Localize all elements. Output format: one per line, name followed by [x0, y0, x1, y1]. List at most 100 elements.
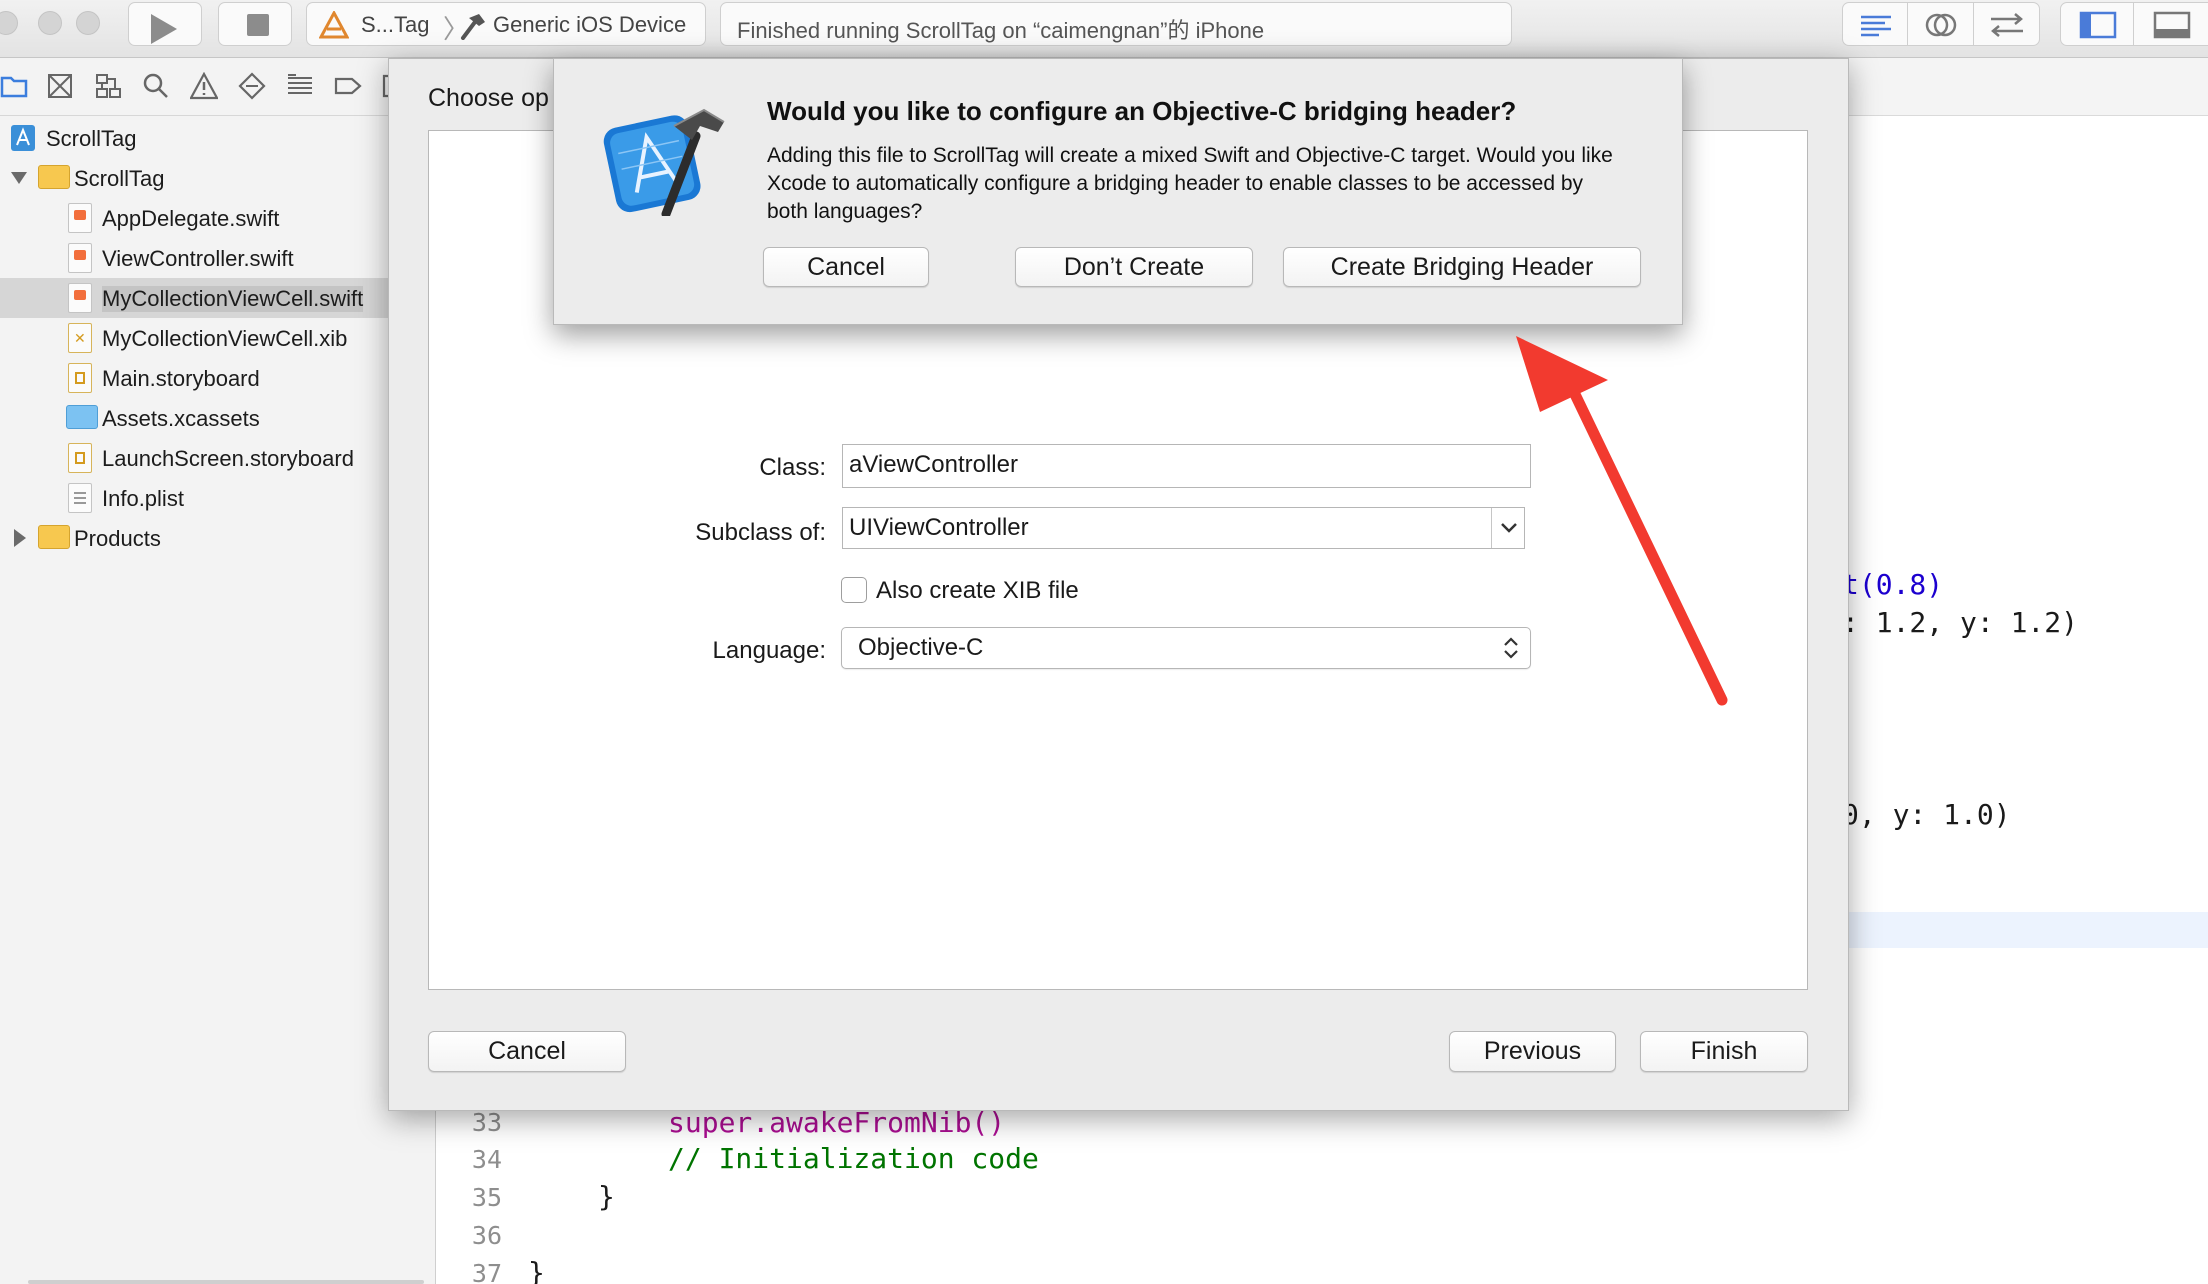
- swift-file-icon: [68, 243, 92, 273]
- run-button[interactable]: [128, 2, 202, 46]
- tree-item-products[interactable]: Products: [0, 518, 436, 558]
- tree-item-label: MyCollectionViewCell.xib: [102, 326, 348, 351]
- tree-item-label: Main.storyboard: [102, 366, 260, 391]
- create-bridging-header-button[interactable]: Create Bridging Header: [1283, 247, 1641, 287]
- source-control-icon[interactable]: [46, 72, 74, 100]
- swift-file-icon: [68, 283, 92, 313]
- line-number: 34: [471, 1145, 502, 1174]
- code-line: }: [528, 1256, 545, 1284]
- navigator-toggle-icon[interactable]: [2079, 11, 2117, 39]
- previous-button[interactable]: Previous: [1449, 1031, 1616, 1072]
- project-file-icon: [11, 125, 35, 151]
- assistant-editor-icon[interactable]: [1923, 9, 1959, 41]
- folder-icon: [38, 525, 70, 549]
- swift-file-icon: [68, 203, 92, 233]
- subclass-label: Subclass of:: [695, 519, 826, 546]
- window-zoom-button[interactable]: [76, 11, 100, 35]
- finish-button[interactable]: Finish: [1640, 1031, 1808, 1072]
- current-line-highlight: [1842, 912, 2208, 948]
- activity-status-text: Finished running ScrollTag on “caimengna…: [737, 18, 1265, 43]
- sheet-title: Choose op: [428, 84, 549, 112]
- tree-item-label: Products: [74, 526, 161, 551]
- view-toggle-control[interactable]: [2060, 2, 2208, 46]
- code-text: : 1.2, y: 1.2): [1842, 606, 2079, 639]
- code-fragment: : 1.2, y: 1.2): [1842, 606, 2078, 639]
- play-icon: [151, 14, 177, 44]
- tree-item-file[interactable]: Main.storyboard: [0, 358, 436, 398]
- tree-item-group[interactable]: ScrollTag: [0, 158, 436, 198]
- disclosure-closed-icon[interactable]: [12, 528, 28, 548]
- tree-item-file[interactable]: ✕ MyCollectionViewCell.xib: [0, 318, 436, 358]
- window-minimize-button[interactable]: [38, 11, 62, 35]
- tree-item-file[interactable]: Assets.xcassets: [0, 398, 436, 438]
- code-fragment: t(0.8): [1842, 568, 1943, 601]
- tree-item-project[interactable]: ScrollTag: [0, 118, 436, 158]
- tree-item-label: Info.plist: [102, 486, 184, 511]
- xcode-app-icon: [603, 108, 725, 216]
- code-text: 0, y: 1.0): [1842, 798, 2011, 831]
- activity-status: Finished running ScrollTag on “caimengna…: [720, 2, 1512, 46]
- subclass-value: UIViewController: [849, 514, 1029, 541]
- stop-icon: [247, 14, 269, 36]
- hammer-icon: [461, 14, 485, 40]
- scheme-selector[interactable]: S...Tag 〉 Generic iOS Device: [306, 2, 706, 46]
- line-number: 35: [471, 1183, 502, 1212]
- asset-catalog-icon: [66, 405, 98, 429]
- tree-item-label: MyCollectionViewCell.swift: [102, 286, 364, 312]
- class-field-value: aViewController: [849, 451, 1018, 478]
- editor-mode-control[interactable]: [1842, 2, 2040, 46]
- navigator-scrollbar[interactable]: [28, 1280, 424, 1284]
- debug-navigator-icon[interactable]: [286, 72, 314, 100]
- breakpoint-navigator-icon[interactable]: [334, 72, 362, 100]
- symbol-navigator-icon[interactable]: [94, 72, 122, 100]
- alert-message: Adding this file to ScrollTag will creat…: [767, 144, 1613, 223]
- scheme-target-label: S...Tag: [361, 12, 430, 37]
- plist-file-icon: [68, 483, 92, 513]
- xcode-app-icon: [319, 11, 349, 39]
- class-label: Class:: [759, 454, 826, 481]
- tree-item-label: AppDelegate.swift: [102, 206, 280, 231]
- code-line: }: [598, 1180, 615, 1213]
- disclosure-open-icon[interactable]: [10, 170, 28, 186]
- subclass-combo[interactable]: UIViewController: [842, 507, 1525, 549]
- storyboard-file-icon: [68, 363, 92, 393]
- version-editor-icon[interactable]: [1987, 11, 2027, 39]
- code-line: // Initialization code: [668, 1142, 1039, 1175]
- language-label: Language:: [712, 637, 826, 664]
- warning-icon[interactable]: [190, 72, 218, 100]
- tree-item-label: ViewController.swift: [102, 246, 294, 271]
- tree-item-label: ScrollTag: [74, 166, 165, 191]
- code-fragment: 0, y: 1.0): [1842, 798, 2011, 831]
- tree-item-file[interactable]: Info.plist: [0, 478, 436, 518]
- folder-icon[interactable]: [0, 72, 28, 100]
- language-value: Objective-C: [858, 634, 984, 661]
- storyboard-file-icon: [68, 443, 92, 473]
- scheme-device-label: Generic iOS Device: [493, 12, 687, 37]
- sheet-cancel-button[interactable]: Cancel: [428, 1031, 626, 1072]
- alert-title: Would you like to configure an Objective…: [767, 96, 1517, 126]
- language-popup[interactable]: Objective-C: [841, 627, 1531, 669]
- standard-editor-icon[interactable]: [1857, 11, 1895, 39]
- xib-checkbox-label: Also create XIB file: [876, 577, 1079, 604]
- tree-item-file-selected[interactable]: MyCollectionViewCell.swift: [0, 278, 436, 318]
- stop-button[interactable]: [218, 2, 292, 46]
- tree-item-label: LaunchScreen.storyboard: [102, 446, 354, 471]
- xib-file-icon: ✕: [68, 323, 92, 353]
- xib-checkbox[interactable]: [841, 577, 867, 603]
- tree-item-file[interactable]: ViewController.swift: [0, 238, 436, 278]
- alert-cancel-button[interactable]: Cancel: [763, 247, 929, 287]
- line-number: 36: [471, 1221, 502, 1250]
- tree-item-file[interactable]: LaunchScreen.storyboard: [0, 438, 436, 478]
- test-navigator-icon[interactable]: [238, 72, 266, 100]
- tree-item-label: ScrollTag: [46, 126, 137, 151]
- line-number: 33: [471, 1108, 502, 1137]
- line-number: 37: [471, 1259, 502, 1284]
- annotation-arrow: [1516, 336, 1728, 706]
- dont-create-button[interactable]: Don’t Create: [1015, 247, 1253, 287]
- tree-item-file[interactable]: AppDelegate.swift: [0, 198, 436, 238]
- search-icon[interactable]: [142, 72, 170, 100]
- debug-area-toggle-icon[interactable]: [2153, 11, 2191, 39]
- folder-icon: [38, 165, 70, 189]
- class-field[interactable]: aViewController: [842, 444, 1531, 488]
- code-text: t(0.8): [1842, 568, 1944, 601]
